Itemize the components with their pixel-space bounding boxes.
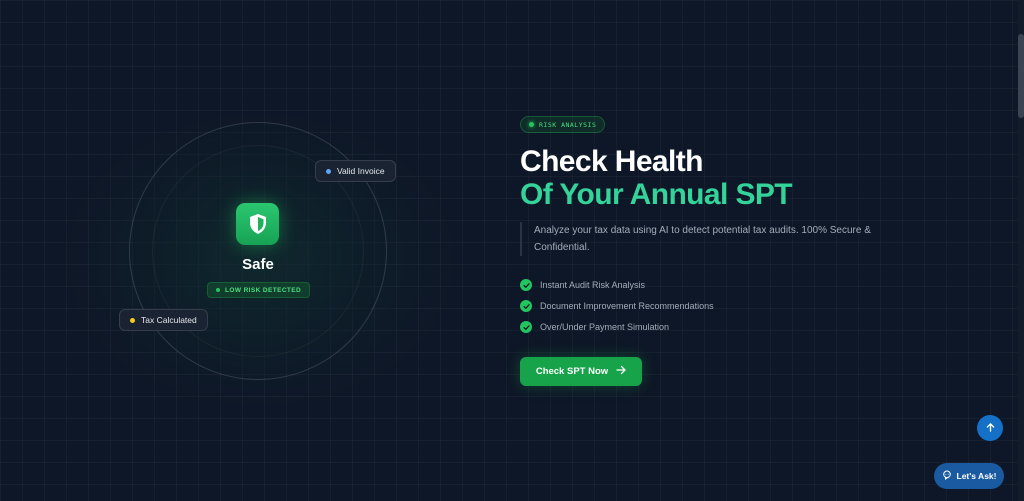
arrow-up-icon bbox=[986, 419, 995, 437]
scroll-to-top-button[interactable] bbox=[977, 415, 1003, 441]
chip-label: Tax Calculated bbox=[141, 315, 197, 325]
cta-label: Check SPT Now bbox=[535, 366, 609, 377]
chip-tax-calculated: Tax Calculated bbox=[119, 309, 208, 331]
feature-list: Instant Audit Risk Analysis Document Imp… bbox=[520, 279, 714, 342]
feature-item: Document Improvement Recommendations bbox=[520, 300, 714, 312]
hero-description: Analyze your tax data using AI to detect… bbox=[520, 222, 920, 256]
feature-item: Over/Under Payment Simulation bbox=[520, 321, 714, 333]
check-icon bbox=[520, 321, 532, 333]
risk-level-badge: LOW RISK DETECTED bbox=[207, 282, 311, 298]
shield-icon bbox=[236, 203, 279, 245]
feature-label: Document Improvement Recommendations bbox=[540, 301, 714, 311]
chip-label: Valid Invoice bbox=[337, 166, 385, 176]
section-tag: RISK ANALYSIS bbox=[520, 116, 606, 133]
feature-label: Instant Audit Risk Analysis bbox=[540, 280, 646, 290]
status-dot-icon bbox=[216, 288, 220, 292]
scrollbar-thumb[interactable] bbox=[1018, 34, 1024, 118]
status-label: Safe bbox=[242, 256, 274, 273]
chat-bot-icon bbox=[942, 470, 952, 482]
hero-title-line-2: Of Your Annual SPT bbox=[520, 178, 793, 211]
check-icon bbox=[520, 300, 532, 312]
hero-title-line-1: Check Health bbox=[520, 145, 703, 178]
risk-badge-text: LOW RISK DETECTED bbox=[225, 286, 302, 294]
yellow-dot-icon bbox=[130, 317, 135, 323]
lets-ask-button[interactable]: Let's Ask! bbox=[934, 463, 1004, 489]
arrow-right-icon bbox=[616, 365, 626, 378]
lets-ask-label: Let's Ask! bbox=[956, 471, 997, 481]
check-icon bbox=[520, 279, 532, 291]
feature-item: Instant Audit Risk Analysis bbox=[520, 279, 714, 291]
feature-label: Over/Under Payment Simulation bbox=[540, 322, 670, 332]
blue-dot-icon bbox=[326, 168, 331, 174]
section-tag-text: RISK ANALYSIS bbox=[539, 120, 597, 129]
check-spt-button[interactable]: Check SPT Now bbox=[520, 357, 642, 386]
pulse-dot-icon bbox=[529, 122, 534, 127]
chip-valid-invoice: Valid Invoice bbox=[315, 160, 396, 182]
